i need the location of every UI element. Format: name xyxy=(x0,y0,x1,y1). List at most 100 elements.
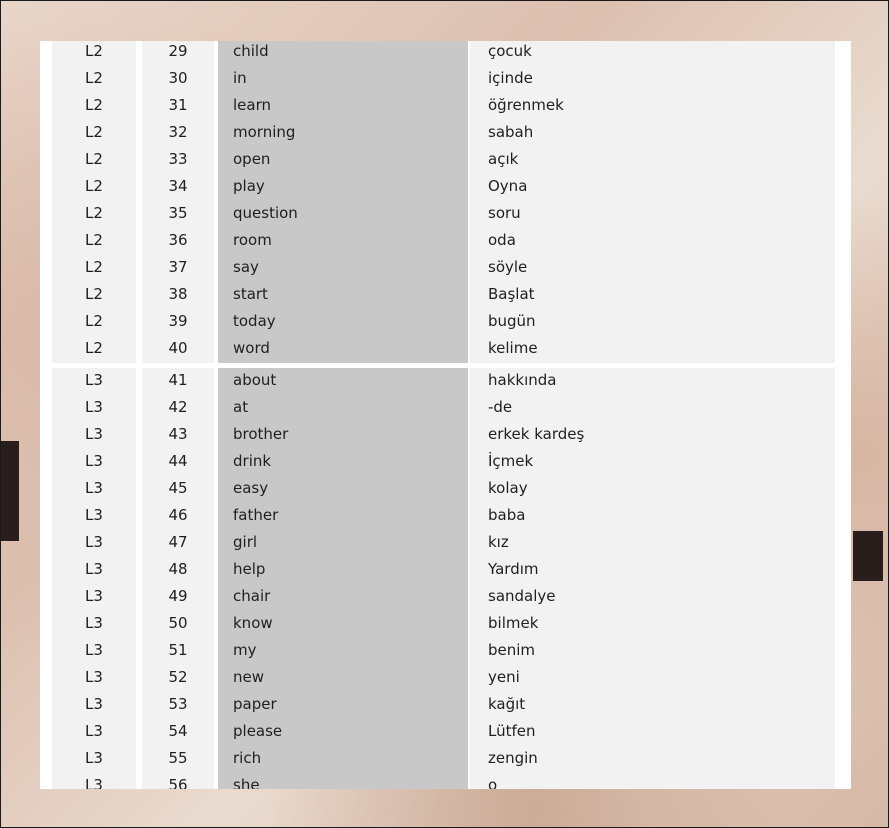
number-cell: 44 xyxy=(142,449,214,476)
number-cell: 33 xyxy=(142,147,214,174)
table-row: L2 29 child çocuk xyxy=(40,41,851,66)
table-row: L3 51 my benim xyxy=(40,638,851,665)
table-row: L3 49 chair sandalye xyxy=(40,584,851,611)
table-row: L3 47 girl kız xyxy=(40,530,851,557)
table-row: L2 31 learn öğrenmek xyxy=(40,93,851,120)
turkish-cell: kolay xyxy=(470,476,835,503)
number-cell: 55 xyxy=(142,746,214,773)
number-cell: 34 xyxy=(142,174,214,201)
table-row: L3 42 at -de xyxy=(40,395,851,422)
turkish-cell: kız xyxy=(470,530,835,557)
table-row: L3 43 brother erkek kardeş xyxy=(40,422,851,449)
level-cell: L3 xyxy=(52,530,136,557)
english-cell: easy xyxy=(218,476,468,503)
level-cell: L3 xyxy=(52,503,136,530)
level-cell: L2 xyxy=(52,174,136,201)
level-cell: L3 xyxy=(52,557,136,584)
table-row: L3 56 she o xyxy=(40,773,851,789)
english-cell: drink xyxy=(218,449,468,476)
number-cell: 51 xyxy=(142,638,214,665)
table-row: L3 45 easy kolay xyxy=(40,476,851,503)
turkish-cell: söyle xyxy=(470,255,835,282)
english-cell: brother xyxy=(218,422,468,449)
number-cell: 47 xyxy=(142,530,214,557)
turkish-cell: bilmek xyxy=(470,611,835,638)
number-cell: 42 xyxy=(142,395,214,422)
turkish-cell: zengin xyxy=(470,746,835,773)
turkish-cell: kağıt xyxy=(470,692,835,719)
level-cell: L3 xyxy=(52,638,136,665)
table-row: L3 50 know bilmek xyxy=(40,611,851,638)
english-cell: start xyxy=(218,282,468,309)
turkish-cell: sabah xyxy=(470,120,835,147)
table-row: L2 37 say söyle xyxy=(40,255,851,282)
level-cell: L2 xyxy=(52,201,136,228)
turkish-cell: o xyxy=(470,773,835,789)
level-cell: L2 xyxy=(52,228,136,255)
english-cell: open xyxy=(218,147,468,174)
level-cell: L3 xyxy=(52,611,136,638)
number-cell: 39 xyxy=(142,309,214,336)
turkish-cell: sandalye xyxy=(470,584,835,611)
english-cell: about xyxy=(218,368,468,395)
english-cell: word xyxy=(218,336,468,363)
turkish-cell: baba xyxy=(470,503,835,530)
english-cell: learn xyxy=(218,93,468,120)
level-cell: L3 xyxy=(52,719,136,746)
level-cell: L2 xyxy=(52,66,136,93)
english-cell: in xyxy=(218,66,468,93)
level-cell: L3 xyxy=(52,746,136,773)
number-cell: 50 xyxy=(142,611,214,638)
number-cell: 43 xyxy=(142,422,214,449)
english-cell: rich xyxy=(218,746,468,773)
number-cell: 46 xyxy=(142,503,214,530)
background-shadow xyxy=(853,531,883,581)
turkish-cell: içinde xyxy=(470,66,835,93)
english-cell: child xyxy=(218,41,468,66)
level-cell: L3 xyxy=(52,692,136,719)
table-row: L2 32 morning sabah xyxy=(40,120,851,147)
table-row: L2 40 word kelime xyxy=(40,336,851,363)
turkish-cell: hakkında xyxy=(470,368,835,395)
number-cell: 35 xyxy=(142,201,214,228)
turkish-cell: benim xyxy=(470,638,835,665)
table-row: L2 33 open açık xyxy=(40,147,851,174)
english-cell: help xyxy=(218,557,468,584)
turkish-cell: bugün xyxy=(470,309,835,336)
table-row: L2 35 question soru xyxy=(40,201,851,228)
english-cell: question xyxy=(218,201,468,228)
table-row: L2 38 start Başlat xyxy=(40,282,851,309)
background-photo: L2 29 child çocuk L2 30 in içinde L2 31 … xyxy=(0,0,889,828)
number-cell: 54 xyxy=(142,719,214,746)
english-cell: paper xyxy=(218,692,468,719)
english-cell: my xyxy=(218,638,468,665)
table-row: L2 39 today bugün xyxy=(40,309,851,336)
table-group-l2: L2 29 child çocuk L2 30 in içinde L2 31 … xyxy=(40,41,851,363)
table-row: L2 34 play Oyna xyxy=(40,174,851,201)
english-cell: at xyxy=(218,395,468,422)
english-cell: say xyxy=(218,255,468,282)
table-row: L3 53 paper kağıt xyxy=(40,692,851,719)
english-cell: father xyxy=(218,503,468,530)
turkish-cell: İçmek xyxy=(470,449,835,476)
turkish-cell: Lütfen xyxy=(470,719,835,746)
vocabulary-table: L2 29 child çocuk L2 30 in içinde L2 31 … xyxy=(40,41,851,789)
number-cell: 38 xyxy=(142,282,214,309)
english-cell: today xyxy=(218,309,468,336)
level-cell: L3 xyxy=(52,584,136,611)
level-cell: L2 xyxy=(52,336,136,363)
number-cell: 45 xyxy=(142,476,214,503)
level-cell: L2 xyxy=(52,147,136,174)
number-cell: 31 xyxy=(142,93,214,120)
level-cell: L3 xyxy=(52,773,136,789)
table-row: L3 46 father baba xyxy=(40,503,851,530)
level-cell: L2 xyxy=(52,41,136,66)
table-row: L3 48 help Yardım xyxy=(40,557,851,584)
english-cell: room xyxy=(218,228,468,255)
english-cell: chair xyxy=(218,584,468,611)
turkish-cell: Oyna xyxy=(470,174,835,201)
english-cell: girl xyxy=(218,530,468,557)
english-cell: play xyxy=(218,174,468,201)
number-cell: 30 xyxy=(142,66,214,93)
number-cell: 56 xyxy=(142,773,214,789)
